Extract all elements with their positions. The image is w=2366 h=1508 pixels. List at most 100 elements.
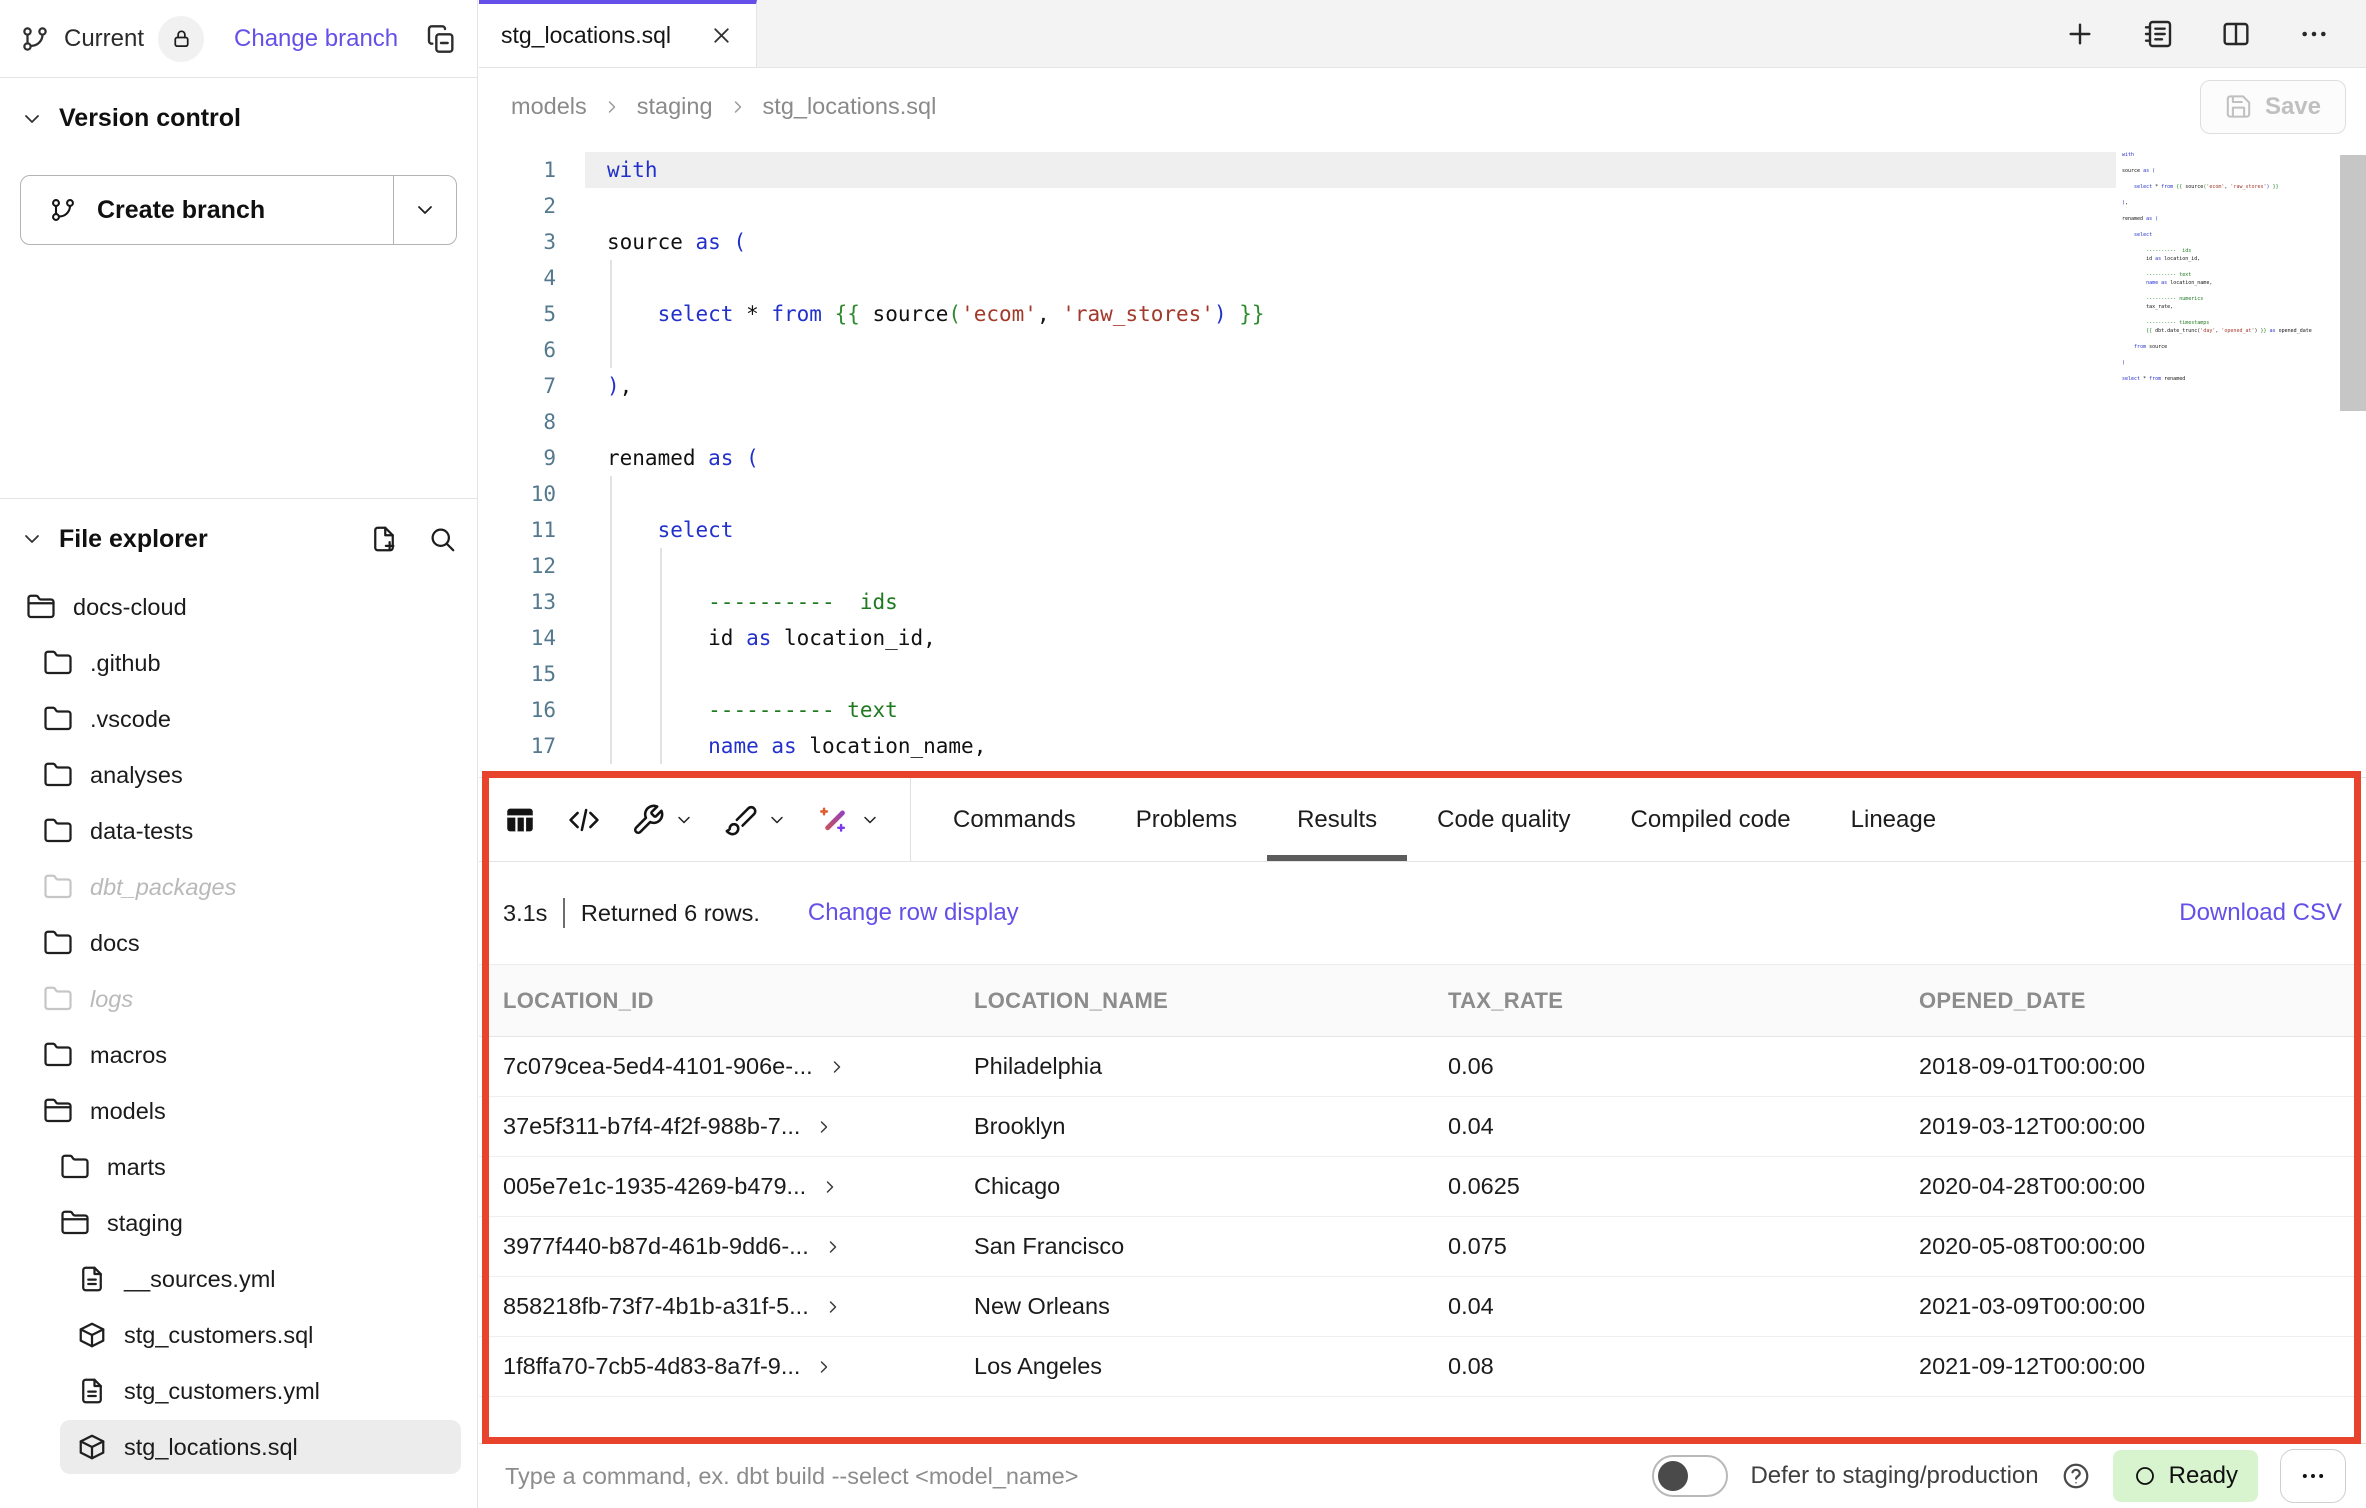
code-line — [585, 404, 2116, 440]
line-number: 3 — [479, 224, 556, 260]
create-branch-split-button: Create branch — [20, 175, 457, 245]
branch-locked-badge — [158, 16, 204, 62]
file-tree-item-sources-yml[interactable]: __sources.yml — [0, 1251, 477, 1307]
line-number: 14 — [479, 620, 556, 656]
file-tree-item-macros[interactable]: macros — [0, 1027, 477, 1083]
more-editor-options-button[interactable] — [2298, 18, 2330, 50]
tab-stg-locations-sql[interactable]: stg_locations.sql — [479, 0, 757, 67]
editor-panel-button[interactable] — [2142, 18, 2174, 50]
new-file-button[interactable] — [369, 524, 399, 554]
expand-cell-button[interactable] — [827, 1057, 847, 1077]
save-button[interactable]: Save — [2200, 80, 2346, 134]
cell-location-name: New Orleans — [973, 1277, 1447, 1337]
expand-cell-button[interactable] — [814, 1357, 834, 1377]
file-tree-item-label: stg_customers.yml — [124, 1378, 320, 1405]
copy-branch-button[interactable] — [425, 23, 457, 55]
notebook-icon — [2142, 18, 2174, 50]
format-menu-button[interactable] — [724, 803, 787, 837]
folder-open-icon — [60, 1208, 90, 1238]
defer-help-button[interactable] — [2061, 1461, 2091, 1491]
close-tab-button[interactable] — [709, 23, 734, 48]
file-tree-item-marts[interactable]: marts — [0, 1139, 477, 1195]
code-editor[interactable]: 1234567891011121314151617 with source as… — [479, 145, 2366, 777]
folder-open-icon — [43, 1096, 73, 1126]
file-tree-item-label: data-tests — [90, 818, 193, 845]
table-row: 005e7e1c-1935-4269-b479...Chicago0.06252… — [479, 1157, 2366, 1217]
download-csv-link[interactable]: Download CSV — [2179, 899, 2342, 927]
code-view-button[interactable] — [567, 803, 601, 837]
command-input[interactable] — [503, 1462, 1652, 1491]
help-icon — [2061, 1461, 2091, 1491]
file-tree-item-label: macros — [90, 1042, 167, 1069]
expand-cell-button[interactable] — [814, 1117, 834, 1137]
copy-icon — [425, 23, 457, 55]
line-number: 2 — [479, 188, 556, 224]
file-tree-item-stg-customers-yml[interactable]: stg_customers.yml — [0, 1363, 477, 1419]
expand-cell-button[interactable] — [823, 1297, 843, 1317]
file-tree-item-vscode[interactable]: .vscode — [0, 691, 477, 747]
ai-assist-menu-button[interactable] — [817, 803, 880, 837]
column-header-location-name: LOCATION_NAME — [973, 965, 1447, 1037]
table-row: 3977f440-b87d-461b-9dd6-...San Francisco… — [479, 1217, 2366, 1277]
cell-location-id: 37e5f311-b7f4-4f2f-988b-7... — [503, 1113, 800, 1140]
file-tree-item-staging[interactable]: staging — [0, 1195, 477, 1251]
cell-location-name: Chicago — [973, 1157, 1447, 1217]
cell-opened-date: 2018-09-01T00:00:00 — [1918, 1037, 2366, 1097]
folder-icon — [43, 872, 73, 902]
file-tree-item-stg-locations-sql[interactable]: stg_locations.sql — [0, 1419, 477, 1475]
file-tree-item-models[interactable]: models — [0, 1083, 477, 1139]
chevron-right-icon — [602, 97, 622, 117]
panel-tab-commands[interactable]: Commands — [923, 778, 1106, 861]
code-line: select * from {{ source('ecom', 'raw_sto… — [585, 296, 2116, 332]
file-tree-item-docs[interactable]: docs — [0, 915, 477, 971]
file-tree-item-docs-cloud[interactable]: docs-cloud — [0, 579, 477, 635]
editor-minimap[interactable]: with source as ( select * from {{ source… — [2122, 151, 2338, 383]
file-explorer-header[interactable]: File explorer — [0, 515, 477, 563]
change-row-display-link[interactable]: Change row display — [808, 899, 1019, 927]
panel-tab-code-quality[interactable]: Code quality — [1407, 778, 1600, 861]
code-line: source as ( — [585, 224, 2116, 260]
panel-tab-lineage[interactable]: Lineage — [1821, 778, 1966, 861]
expand-cell-button[interactable] — [820, 1177, 840, 1197]
split-editor-button[interactable] — [2220, 18, 2252, 50]
panel-header: CommandsProblemsResultsCode qualityCompi… — [479, 778, 2366, 862]
file-tree-item-analyses[interactable]: analyses — [0, 747, 477, 803]
results-table-header: LOCATION_IDLOCATION_NAMETAX_RATEOPENED_D… — [479, 965, 2366, 1037]
file-tree-item-logs[interactable]: logs — [0, 971, 477, 1027]
file-tree-item-data-tests[interactable]: data-tests — [0, 803, 477, 859]
cell-tax-rate: 0.0625 — [1447, 1157, 1918, 1217]
chevron-right-icon — [827, 1057, 847, 1077]
file-tree-item-stg-customers-sql[interactable]: stg_customers.sql — [0, 1307, 477, 1363]
defer-toggle[interactable] — [1652, 1455, 1728, 1497]
main-area: stg_locations.sql models staging stg_loc… — [479, 0, 2366, 1508]
column-header-opened-date: OPENED_DATE — [1918, 965, 2366, 1037]
results-grid-button[interactable] — [503, 803, 537, 837]
new-tab-button[interactable] — [2064, 18, 2096, 50]
file-tree-item-dbt-packages[interactable]: dbt_packages — [0, 859, 477, 915]
cell-tax-rate: 0.06 — [1447, 1037, 1918, 1097]
more-options-button[interactable] — [2280, 1449, 2346, 1503]
version-control-header[interactable]: Version control — [20, 104, 457, 133]
code-line — [585, 656, 2116, 692]
editor-scrollbar[interactable] — [2340, 155, 2366, 411]
line-number: 15 — [479, 656, 556, 692]
panel-tab-problems[interactable]: Problems — [1106, 778, 1267, 861]
file-tree-item-github[interactable]: .github — [0, 635, 477, 691]
panel-tab-results[interactable]: Results — [1267, 778, 1407, 861]
build-menu-button[interactable] — [631, 803, 694, 837]
change-branch-link[interactable]: Change branch — [234, 25, 398, 53]
file-model-icon — [77, 1432, 107, 1462]
create-branch-button[interactable]: Create branch — [21, 176, 393, 244]
panel-tab-compiled-code[interactable]: Compiled code — [1601, 778, 1821, 861]
expand-cell-button[interactable] — [823, 1237, 843, 1257]
folder-icon — [43, 816, 73, 846]
create-branch-dropdown-button[interactable] — [394, 176, 456, 244]
search-files-button[interactable] — [427, 524, 457, 554]
results-table: LOCATION_IDLOCATION_NAMETAX_RATEOPENED_D… — [479, 964, 2366, 1397]
ellipsis-icon — [2298, 18, 2330, 50]
folder-open-icon — [26, 592, 56, 622]
chevron-down-icon — [20, 107, 44, 131]
chevron-down-icon — [767, 810, 787, 830]
table-grid-icon — [503, 803, 537, 837]
new-file-icon — [369, 524, 399, 554]
